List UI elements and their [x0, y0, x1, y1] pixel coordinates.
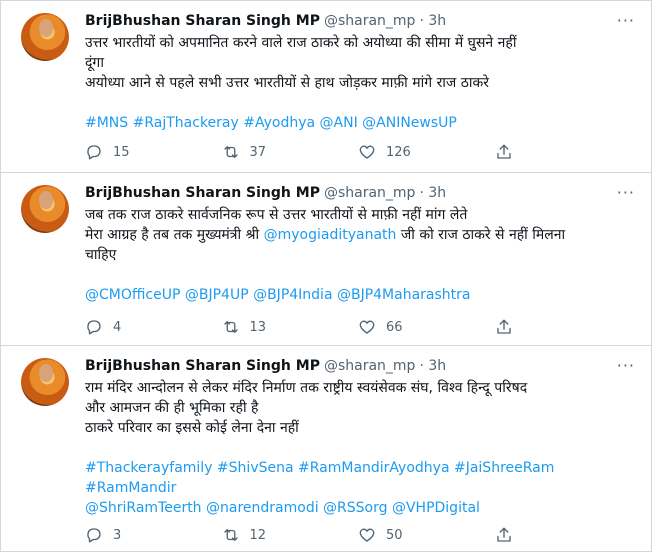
- tweet-header: BrijBhushan Sharan Singh MP @sharan_mp ·…: [85, 356, 634, 376]
- retweet-icon: [223, 321, 238, 333]
- reply-icon: [87, 528, 101, 543]
- tweet-text-segment: मेरा आग्रह है तब तक मुख्यमंत्री श्री: [85, 227, 264, 243]
- tweet-text-line: उत्तर भारतीयों को अपमानित करने वाले राज …: [85, 35, 517, 51]
- tweet[interactable]: BrijBhushan Sharan Singh MP @sharan_mp ·…: [1, 173, 651, 346]
- reply-icon: [87, 145, 101, 160]
- hashtag-line[interactable]: #Thackerayfamily #ShivSena #RamMandirAyo…: [85, 458, 631, 478]
- tweet-text-line: चाहिए: [85, 247, 117, 263]
- avatar[interactable]: [21, 358, 69, 406]
- tweet[interactable]: BrijBhushan Sharan Singh MP @sharan_mp ·…: [1, 1, 651, 173]
- like-icon: [359, 145, 375, 159]
- tweet-text-segment: जी को राज ठाकरे से नहीं मिलना: [396, 227, 566, 243]
- retweet-icon: [223, 529, 238, 541]
- hashtag-line[interactable]: #RamMandir: [85, 478, 631, 498]
- retweet-count: 12: [249, 527, 267, 543]
- tweet-time[interactable]: · 3h: [419, 183, 446, 203]
- tweet-text-line: दूंगा: [85, 55, 104, 71]
- like-button[interactable]: 126: [358, 143, 495, 161]
- tweet-text-line: और आमजन की ही भूमिका रही है: [85, 400, 259, 416]
- mention-line[interactable]: @CMOfficeUP @BJP4UP @BJP4India @BJP4Maha…: [85, 285, 631, 305]
- like-count: 66: [386, 319, 403, 335]
- author-name[interactable]: BrijBhushan Sharan Singh MP: [85, 183, 320, 203]
- author-handle[interactable]: @sharan_mp: [324, 183, 415, 203]
- avatar[interactable]: [21, 13, 69, 61]
- retweet-button[interactable]: 13: [222, 318, 359, 336]
- retweet-button[interactable]: 12: [222, 526, 359, 544]
- tweet[interactable]: BrijBhushan Sharan Singh MP @sharan_mp ·…: [1, 346, 651, 553]
- like-icon: [359, 320, 375, 334]
- tweet-text-line: मेरा आग्रह है तब तक मुख्यमंत्री श्री @my…: [85, 225, 631, 245]
- tweet-text-line: जब तक राज ठाकरे सार्वजनिक रूप से उत्तर भ…: [85, 207, 468, 223]
- mention-line[interactable]: @ShriRamTeerth @narendramodi @RSSorg @VH…: [85, 498, 631, 518]
- share-icon: [496, 144, 511, 159]
- reply-count: 3: [113, 527, 122, 543]
- retweet-count: 13: [249, 319, 267, 335]
- tweet-text-line: अयोध्या आने से पहले सभी उत्तर भारतीयों स…: [85, 75, 490, 91]
- like-button[interactable]: 66: [358, 318, 495, 336]
- tweet-actions: 3 12 50: [85, 526, 631, 544]
- author-name[interactable]: BrijBhushan Sharan Singh MP: [85, 11, 320, 31]
- tweet-text: जब तक राज ठाकरे सार्वजनिक रूप से उत्तर भ…: [85, 205, 631, 305]
- avatar[interactable]: [21, 185, 69, 233]
- more-options-icon[interactable]: ···: [617, 356, 635, 376]
- retweet-count: 37: [249, 144, 267, 160]
- tweet-content: BrijBhushan Sharan Singh MP @sharan_mp ·…: [85, 356, 634, 518]
- hashtag-line[interactable]: #MNS #RajThackeray #Ayodhya @ANI @ANINew…: [85, 113, 631, 133]
- reply-icon: [87, 320, 101, 335]
- share-button[interactable]: [495, 526, 632, 544]
- tweet-text: राम मंदिर आन्दोलन से लेकर मंदिर निर्माण …: [85, 378, 631, 518]
- reply-count: 15: [113, 144, 130, 160]
- share-button[interactable]: [495, 318, 632, 336]
- reply-count: 4: [113, 319, 122, 335]
- tweet-text-line: ठाकरे परिवार का इससे कोई लेना देना नहीं: [85, 420, 299, 436]
- share-icon: [496, 319, 511, 334]
- retweet-icon: [223, 146, 238, 158]
- author-name[interactable]: BrijBhushan Sharan Singh MP: [85, 356, 320, 376]
- like-button[interactable]: 50: [358, 526, 495, 544]
- reply-button[interactable]: 15: [85, 143, 222, 161]
- tweet-text: उत्तर भारतीयों को अपमानित करने वाले राज …: [85, 33, 631, 133]
- tweet-actions: 15 37 126: [85, 143, 631, 161]
- tweet-text-line: राम मंदिर आन्दोलन से लेकर मंदिर निर्माण …: [85, 380, 528, 396]
- tweet-content: BrijBhushan Sharan Singh MP @sharan_mp ·…: [85, 183, 634, 305]
- tweet-actions: 4 13 66: [85, 318, 631, 336]
- share-icon: [496, 527, 511, 542]
- like-icon: [359, 528, 375, 542]
- author-handle[interactable]: @sharan_mp: [324, 356, 415, 376]
- more-options-icon[interactable]: ···: [617, 11, 635, 31]
- like-count: 126: [386, 144, 411, 160]
- author-handle[interactable]: @sharan_mp: [324, 11, 415, 31]
- tweet-time[interactable]: · 3h: [419, 356, 446, 376]
- share-button[interactable]: [495, 143, 632, 161]
- reply-button[interactable]: 3: [85, 526, 222, 544]
- tweet-header: BrijBhushan Sharan Singh MP @sharan_mp ·…: [85, 11, 634, 31]
- reply-button[interactable]: 4: [85, 318, 222, 336]
- tweet-header: BrijBhushan Sharan Singh MP @sharan_mp ·…: [85, 183, 634, 203]
- like-count: 50: [386, 527, 403, 543]
- tweet-time[interactable]: · 3h: [419, 11, 446, 31]
- tweet-feed: BrijBhushan Sharan Singh MP @sharan_mp ·…: [0, 0, 652, 552]
- retweet-button[interactable]: 37: [222, 143, 359, 161]
- mention-link[interactable]: @myogiadityanath: [264, 227, 397, 243]
- more-options-icon[interactable]: ···: [617, 183, 635, 203]
- tweet-content: BrijBhushan Sharan Singh MP @sharan_mp ·…: [85, 11, 634, 133]
